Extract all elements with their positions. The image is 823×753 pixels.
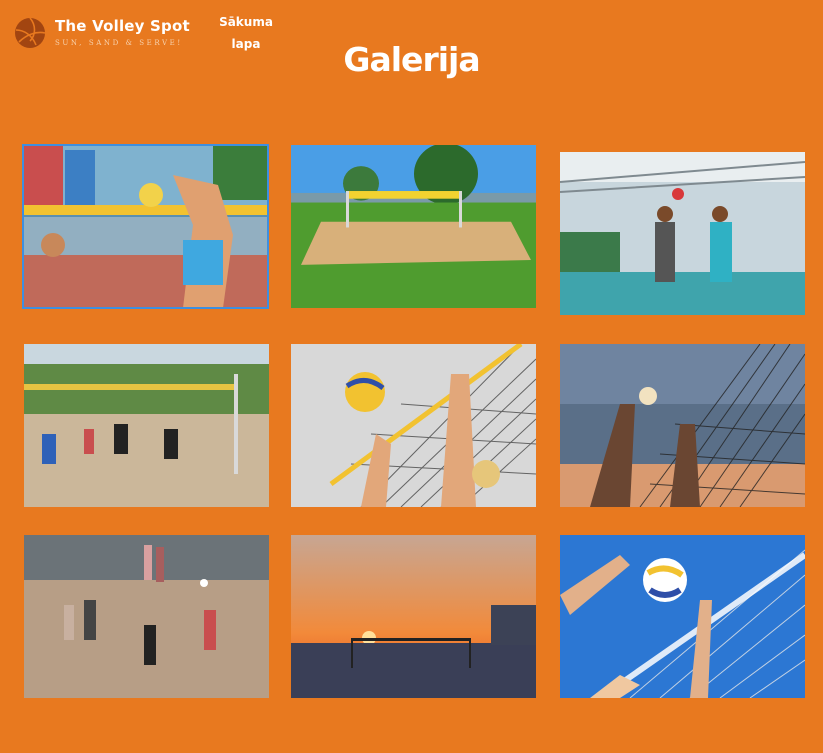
gallery-image-1[interactable] [22,144,269,309]
gallery-image-5[interactable] [291,344,536,507]
gallery-image-7[interactable] [24,535,269,698]
brand-title: The Volley Spot [55,17,190,35]
gallery-image-2[interactable] [291,145,536,308]
gallery-image-9[interactable] [560,535,805,698]
gallery-image-4[interactable] [24,344,269,507]
gallery-image-6[interactable] [560,344,805,507]
gallery-image-3[interactable] [560,152,805,315]
gallery-image-8[interactable] [291,535,536,698]
page-title: Galerija [343,40,480,79]
